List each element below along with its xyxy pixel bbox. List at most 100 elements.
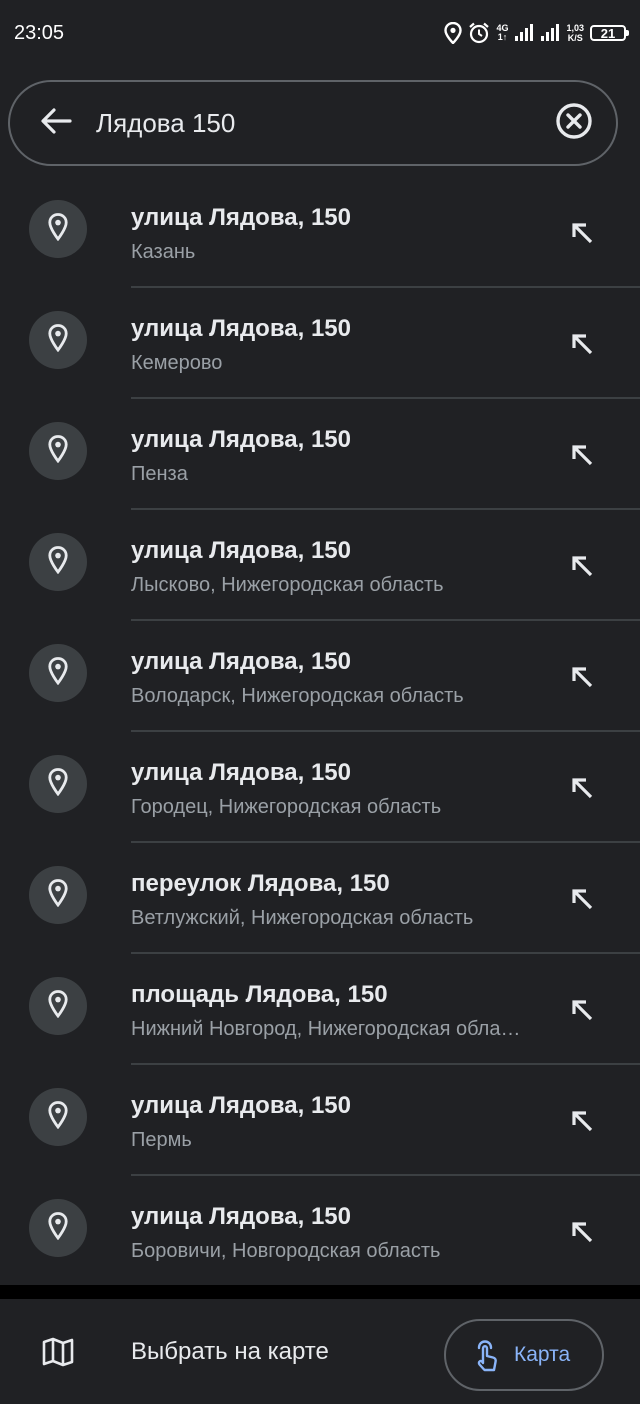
- result-subtitle: Ветлужский, Нижегородская область: [131, 907, 474, 929]
- result-subtitle: Володарск, Нижегородская область: [131, 685, 464, 707]
- result-text: улица Лядова, 150 Володарск, Нижегородск…: [131, 647, 531, 709]
- result-text: улица Лядова, 150 Кемерово: [131, 314, 531, 376]
- search-results-list: улица Лядова, 150 Казань улица Лядова, 1…: [0, 177, 640, 1287]
- result-title: улица Лядова, 150: [131, 426, 351, 453]
- result-title: улица Лядова, 150: [131, 759, 351, 786]
- fill-query-button[interactable]: [560, 1212, 604, 1256]
- fill-query-button[interactable]: [560, 990, 604, 1034]
- result-item[interactable]: улица Лядова, 150 Лысково, Нижегородская…: [0, 510, 640, 621]
- result-title: площадь Лядова, 150: [131, 981, 388, 1008]
- fill-query-button[interactable]: [560, 1101, 604, 1145]
- result-title: улица Лядова, 150: [131, 315, 351, 342]
- clear-circle-icon: [555, 102, 593, 145]
- result-item[interactable]: улица Лядова, 150 Пенза: [0, 399, 640, 510]
- pin-icon-badge: [29, 755, 87, 813]
- result-item[interactable]: улица Лядова, 150 Казань: [0, 177, 640, 288]
- fill-query-button[interactable]: [560, 768, 604, 812]
- signal-icon-1: [514, 24, 534, 42]
- location-pin-icon: [48, 545, 68, 579]
- result-title: улица Лядова, 150: [131, 1092, 351, 1119]
- result-text: улица Лядова, 150 Казань: [131, 203, 531, 265]
- result-item[interactable]: площадь Лядова, 150 Нижний Новгород, Ниж…: [0, 954, 640, 1065]
- result-subtitle: Пермь: [131, 1129, 192, 1151]
- location-pin-icon: [48, 656, 68, 690]
- pin-icon-badge: [29, 866, 87, 924]
- location-pin-icon: [48, 878, 68, 912]
- result-text: улица Лядова, 150 Лысково, Нижегородская…: [131, 536, 531, 598]
- fill-query-button[interactable]: [560, 324, 604, 368]
- choose-on-map-button[interactable]: Выбрать на карте: [0, 1299, 420, 1404]
- result-title: переулок Лядова, 150: [131, 870, 390, 897]
- arrow-up-left-icon: [570, 998, 594, 1027]
- result-subtitle: Нижний Новгород, Нижегородская область: [131, 1018, 526, 1040]
- status-time: 23:05: [14, 21, 65, 44]
- arrow-up-left-icon: [570, 1220, 594, 1249]
- result-title: улица Лядова, 150: [131, 204, 351, 231]
- search-input[interactable]: [86, 106, 544, 140]
- location-pin-icon: [48, 1211, 68, 1245]
- pin-icon-badge: [29, 1088, 87, 1146]
- result-item[interactable]: улица Лядова, 150 Городец, Нижегородская…: [0, 732, 640, 843]
- battery-icon: 21: [590, 25, 629, 41]
- result-item[interactable]: улица Лядова, 150 Кемерово: [0, 288, 640, 399]
- map-button[interactable]: Карта: [444, 1319, 604, 1391]
- pin-icon-badge: [29, 533, 87, 591]
- result-item[interactable]: улица Лядова, 150 Пермь: [0, 1065, 640, 1176]
- result-subtitle: Боровичи, Новгородская область: [131, 1240, 441, 1262]
- bottom-separator: [0, 1285, 640, 1299]
- result-title: улица Лядова, 150: [131, 648, 351, 675]
- fill-query-button[interactable]: [560, 879, 604, 923]
- result-text: улица Лядова, 150 Пермь: [131, 1091, 531, 1153]
- arrow-up-left-icon: [570, 776, 594, 805]
- result-subtitle: Лысково, Нижегородская область: [131, 574, 444, 596]
- map-button-label: Карта: [514, 1343, 571, 1366]
- result-text: площадь Лядова, 150 Нижний Новгород, Ниж…: [131, 980, 531, 1042]
- arrow-up-left-icon: [570, 221, 594, 250]
- location-pin-icon: [48, 1100, 68, 1134]
- arrow-up-left-icon: [570, 332, 594, 361]
- arrow-up-left-icon: [570, 665, 594, 694]
- pin-icon-badge: [29, 1199, 87, 1257]
- choose-on-map-label: Выбрать на карте: [131, 1337, 329, 1365]
- pin-icon-badge: [29, 200, 87, 258]
- result-title: улица Лядова, 150: [131, 1203, 351, 1230]
- result-text: улица Лядова, 150 Городец, Нижегородская…: [131, 758, 531, 820]
- pin-icon-badge: [29, 422, 87, 480]
- arrow-up-left-icon: [570, 554, 594, 583]
- location-pin-icon: [48, 434, 68, 468]
- map-icon: [40, 1334, 76, 1370]
- fill-query-button[interactable]: [560, 435, 604, 479]
- location-pin-icon: [48, 212, 68, 246]
- arrow-up-left-icon: [570, 887, 594, 916]
- location-pin-icon: [48, 989, 68, 1023]
- bottom-bar: Выбрать на карте Карта: [0, 1299, 640, 1404]
- network-speed: 1,03 K/S: [566, 23, 584, 43]
- result-text: улица Лядова, 150 Боровичи, Новгородская…: [131, 1202, 531, 1264]
- search-bar: [8, 80, 618, 166]
- result-text: переулок Лядова, 150 Ветлужский, Нижегор…: [131, 869, 531, 931]
- location-icon: [444, 22, 463, 44]
- pin-icon-badge: [29, 311, 87, 369]
- status-bar: 23:05 4G 1↑ 1,03 K/S 21: [0, 0, 640, 66]
- result-subtitle: Кемерово: [131, 352, 223, 374]
- fill-query-button[interactable]: [560, 546, 604, 590]
- result-subtitle: Казань: [131, 241, 196, 263]
- fill-query-button[interactable]: [560, 213, 604, 257]
- pin-icon-badge: [29, 977, 87, 1035]
- location-pin-icon: [48, 323, 68, 357]
- result-subtitle: Пенза: [131, 463, 188, 485]
- result-item[interactable]: переулок Лядова, 150 Ветлужский, Нижегор…: [0, 843, 640, 954]
- pin-icon-badge: [29, 644, 87, 702]
- alarm-icon: [468, 22, 490, 44]
- result-text: улица Лядова, 150 Пенза: [131, 425, 531, 487]
- clear-search-button[interactable]: [544, 93, 604, 153]
- result-subtitle: Городец, Нижегородская область: [131, 796, 442, 818]
- fill-query-button[interactable]: [560, 657, 604, 701]
- result-title: улица Лядова, 150: [131, 537, 351, 564]
- arrow-up-left-icon: [570, 443, 594, 472]
- back-button[interactable]: [26, 93, 86, 153]
- result-item[interactable]: улица Лядова, 150 Володарск, Нижегородск…: [0, 621, 640, 732]
- result-item[interactable]: улица Лядова, 150 Боровичи, Новгородская…: [0, 1176, 640, 1287]
- location-pin-icon: [48, 767, 68, 801]
- status-icons: 4G 1↑ 1,03 K/S 21: [444, 22, 629, 44]
